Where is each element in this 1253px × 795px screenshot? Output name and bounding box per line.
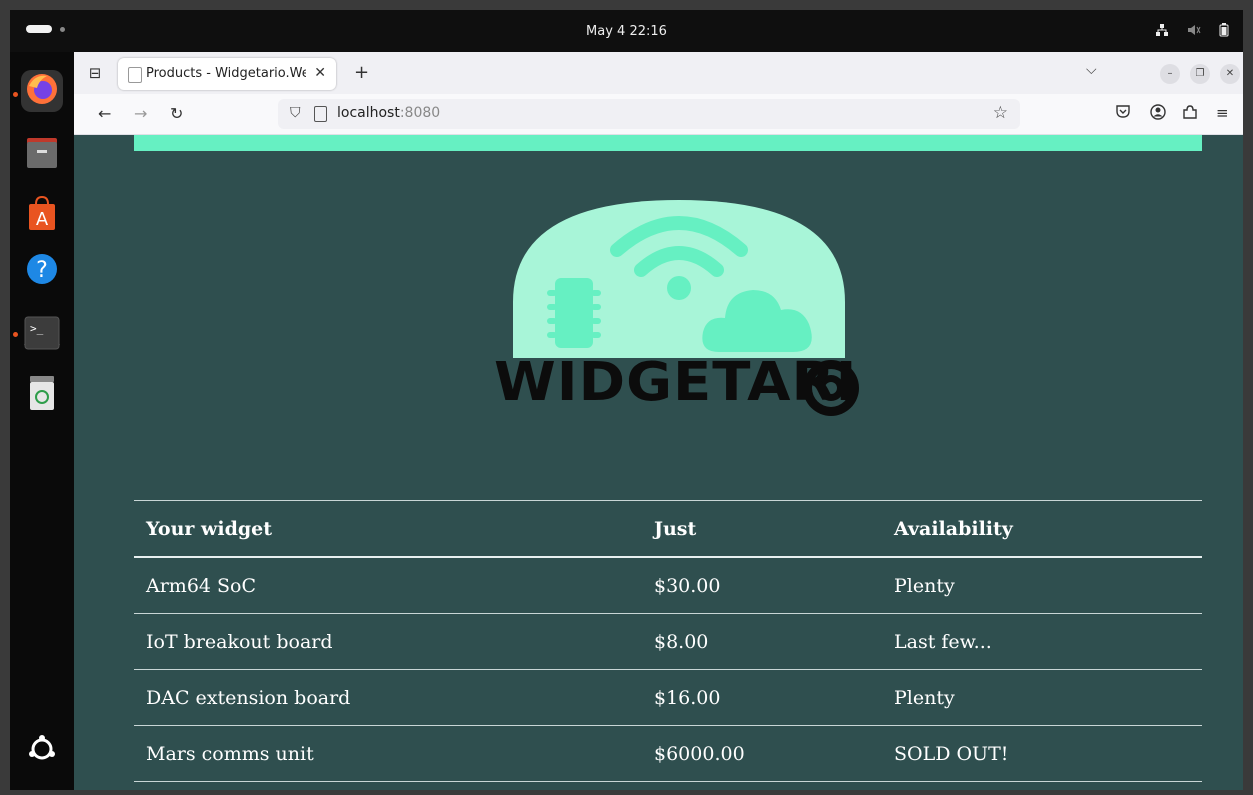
url-text[interactable]: localhost:8080 [337, 105, 440, 121]
dock-files[interactable] [21, 134, 63, 176]
page-info-icon[interactable] [314, 106, 327, 122]
cell-price: $16.00 [642, 669, 882, 726]
svg-text:>_: >_ [30, 322, 44, 335]
tab-products[interactable]: Products - Widgetario.We ✕ [118, 58, 336, 90]
bookmark-star-icon[interactable]: ☆ [993, 103, 1008, 123]
battery-icon [1219, 23, 1229, 41]
table-row: IoT breakout board $8.00 Last few... [134, 613, 1202, 670]
firefox-running-indicator [13, 92, 18, 97]
reload-icon[interactable]: ↻ [170, 104, 183, 123]
dock-trash[interactable] [21, 374, 63, 416]
dock-show-apps[interactable] [21, 730, 63, 772]
back-arrow-icon[interactable]: ← [98, 104, 111, 123]
svg-text:?: ? [36, 258, 48, 283]
cell-availability: Plenty [882, 669, 1202, 726]
new-tab-icon[interactable]: + [354, 62, 369, 83]
page-favicon-icon [128, 67, 142, 83]
app-center-icon: A [27, 195, 57, 234]
logo-wordmark: WIDGETARI [494, 351, 858, 414]
files-icon [25, 138, 59, 172]
restore-icon[interactable]: ❐ [1190, 64, 1210, 84]
hamburger-menu-icon[interactable]: ≡ [1216, 104, 1229, 122]
table-header-row: Your widget Just Availability [134, 500, 1202, 558]
tab-title: Products - Widgetario.We [146, 66, 306, 81]
url-host: localhost [337, 105, 400, 121]
system-clock[interactable]: May 4 22:16 [10, 24, 1243, 39]
navigation-toolbar: ← → ↻ ⛉ localhost:8080 ☆ ≡ [74, 94, 1243, 135]
table-row: Mars comms unit $6000.00 SOLD OUT! [134, 725, 1202, 782]
cell-price: $30.00 [642, 557, 882, 614]
cell-widget-name: Mars comms unit [134, 725, 642, 782]
products-table: Your widget Just Availability Arm64 SoC … [134, 500, 1202, 782]
network-icon [1155, 23, 1169, 41]
header-just: Just [642, 500, 882, 558]
header-accent-bar [134, 135, 1202, 151]
system-tray[interactable] [1155, 23, 1229, 41]
terminal-icon: >_ [24, 316, 60, 354]
svg-text:A: A [36, 209, 49, 230]
cell-widget-name: DAC extension board [134, 669, 642, 726]
url-port: :8080 [399, 105, 441, 121]
table-row: DAC extension board $16.00 Plenty [134, 669, 1202, 726]
cell-availability: Plenty [882, 557, 1202, 614]
tracking-protection-shield-icon[interactable]: ⛉ [290, 105, 301, 121]
help-icon: ? [25, 252, 59, 290]
terminal-running-indicator [13, 332, 18, 337]
close-window-icon[interactable]: ✕ [1220, 64, 1240, 84]
cell-availability: Last few... [882, 613, 1202, 670]
application-dock: A ? >_ [10, 52, 74, 790]
ubuntu-logo-icon [28, 735, 56, 767]
extensions-puzzle-icon[interactable] [1182, 104, 1198, 124]
firefox-window: ⊟ Products - Widgetario.We ✕ + ⌵ – ❐ ✕ ←… [74, 52, 1243, 790]
dock-firefox[interactable] [21, 70, 63, 112]
header-your-widget: Your widget [134, 500, 642, 558]
cell-widget-name: IoT breakout board [134, 613, 642, 670]
page-content: WIDGETARI Your widget Just Availability … [74, 135, 1243, 790]
cell-price: $8.00 [642, 613, 882, 670]
pocket-icon[interactable] [1116, 104, 1130, 122]
minimize-icon[interactable]: – [1160, 64, 1180, 84]
dock-help[interactable]: ? [21, 250, 63, 292]
forward-arrow-icon[interactable]: → [134, 104, 147, 123]
system-top-bar: May 4 22:16 [10, 10, 1243, 52]
list-all-tabs-chevron-icon[interactable]: ⌵ [1086, 62, 1097, 78]
header-availability: Availability [882, 500, 1202, 558]
dock-terminal[interactable]: >_ [21, 314, 63, 356]
cell-price: $6000.00 [642, 725, 882, 782]
tab-strip: ⊟ Products - Widgetario.We ✕ + ⌵ – ❐ ✕ [74, 52, 1243, 94]
trash-icon [27, 376, 57, 414]
dock-app-center[interactable]: A [21, 194, 63, 236]
desktop-screen: May 4 22:16 A ? >_ ⊟ Products - Widgetar… [10, 10, 1243, 790]
tab-close-icon[interactable]: ✕ [314, 65, 326, 81]
url-bar[interactable]: ⛉ localhost:8080 ☆ [278, 99, 1020, 129]
account-icon[interactable] [1150, 104, 1166, 124]
table-row: Arm64 SoC $30.00 Plenty [134, 557, 1202, 614]
volume-muted-icon [1187, 23, 1201, 41]
tab-overview-icon[interactable]: ⊟ [86, 64, 104, 82]
cell-widget-name: Arm64 SoC [134, 557, 642, 614]
cell-availability: SOLD OUT! [882, 725, 1202, 782]
firefox-icon [25, 72, 59, 110]
